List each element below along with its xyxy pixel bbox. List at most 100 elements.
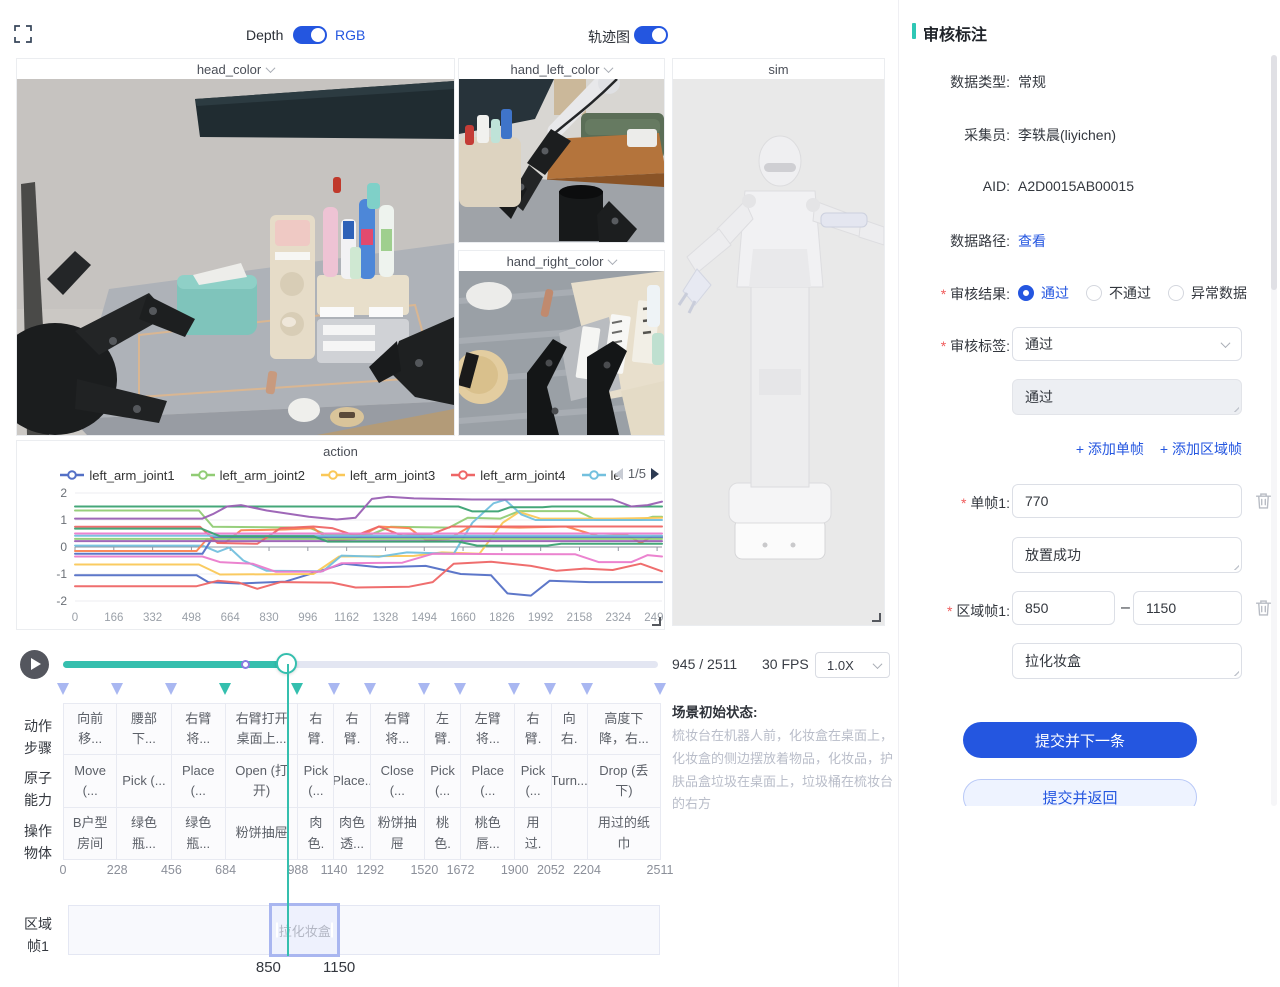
submit-return-button[interactable]: 提交并返回 bbox=[963, 779, 1197, 806]
review-tag-select[interactable]: 通过 bbox=[1012, 327, 1242, 361]
timeline-marker[interactable] bbox=[364, 683, 376, 695]
step-cell[interactable]: 向前移... bbox=[63, 703, 117, 755]
submit-next-button[interactable]: 提交并下一条 bbox=[963, 722, 1197, 758]
review-result-option[interactable]: 通过 bbox=[1018, 283, 1069, 303]
step-cell[interactable]: 用过. bbox=[515, 808, 551, 860]
timeline-marker[interactable] bbox=[654, 683, 666, 695]
legend-item[interactable]: left_arm_joint2 bbox=[191, 468, 305, 483]
svg-text:1660: 1660 bbox=[450, 612, 476, 624]
steps-table-row: B户型房间绿色瓶...绿色瓶...粉饼抽屉肉色.肉色透...粉饼抽屉桃色.桃色唇… bbox=[63, 808, 661, 860]
trajectory-switch[interactable] bbox=[634, 26, 668, 44]
step-cell[interactable]: Place.. bbox=[334, 755, 370, 808]
camera-panel-head: head_color bbox=[16, 58, 455, 436]
step-cell[interactable]: 桃色唇... bbox=[461, 808, 515, 860]
single-frame-label: 单帧1: bbox=[899, 493, 1010, 513]
step-cell[interactable]: 肉色. bbox=[298, 808, 334, 860]
legend-item[interactable]: left_arm_joint1 bbox=[60, 468, 174, 483]
review-tag-note-textarea[interactable]: 通过 bbox=[1012, 379, 1242, 415]
step-cell[interactable]: 高度下降，右... bbox=[588, 703, 661, 755]
step-cell[interactable]: 右臂将... bbox=[371, 703, 425, 755]
timeline-marker[interactable] bbox=[454, 683, 466, 695]
region-end-value: 1150 bbox=[1146, 600, 1176, 616]
region-segment[interactable]: 拉化妆盒 bbox=[269, 903, 340, 957]
timeline-marker[interactable] bbox=[544, 683, 556, 695]
step-cell[interactable]: 桃色. bbox=[425, 808, 461, 860]
svg-text:2: 2 bbox=[60, 488, 67, 500]
region-start-input[interactable]: 850 bbox=[1012, 591, 1115, 625]
step-cell[interactable]: Pick (... bbox=[117, 755, 171, 808]
step-cell[interactable]: 右臂. bbox=[334, 703, 370, 755]
timeline-marker[interactable] bbox=[291, 683, 303, 695]
fullscreen-icon[interactable] bbox=[13, 24, 33, 44]
resize-handle-icon[interactable] bbox=[872, 613, 881, 622]
timeline-marker[interactable] bbox=[165, 683, 177, 695]
step-cell[interactable]: 腰部下... bbox=[117, 703, 171, 755]
add-region-frame-link[interactable]: + 添加区域帧 bbox=[1160, 439, 1242, 459]
legend-item[interactable]: left_arm_joint3 bbox=[321, 468, 435, 483]
step-cell[interactable]: 用过的纸巾 bbox=[588, 808, 661, 860]
single-frame-input[interactable]: 770 bbox=[1012, 484, 1242, 518]
legend-next-icon[interactable] bbox=[651, 468, 659, 480]
step-cell[interactable]: Place (... bbox=[461, 755, 515, 808]
scrollbar-thumb[interactable] bbox=[1271, 55, 1277, 290]
step-cell[interactable]: Close (... bbox=[371, 755, 425, 808]
single-frame-note-textarea[interactable]: 放置成功 bbox=[1012, 537, 1242, 573]
chevron-down-icon[interactable] bbox=[608, 255, 618, 265]
step-cell[interactable]: 粉饼抽屉 bbox=[371, 808, 425, 860]
step-cell[interactable]: 右臂将... bbox=[172, 703, 226, 755]
step-cell[interactable]: Move (... bbox=[63, 755, 117, 808]
step-cell[interactable]: 右臂. bbox=[515, 703, 551, 755]
segment-right-grip[interactable] bbox=[331, 923, 333, 938]
add-single-frame-link[interactable]: + 添加单帧 bbox=[1076, 439, 1144, 459]
step-cell[interactable]: B户型房间 bbox=[63, 808, 117, 860]
legend-prev-icon[interactable] bbox=[615, 468, 623, 480]
step-cell[interactable]: Pick (... bbox=[515, 755, 551, 808]
timeline-marker[interactable] bbox=[418, 683, 430, 695]
step-cell[interactable]: 右臂. bbox=[298, 703, 334, 755]
region-frame-note-textarea[interactable]: 拉化妆盒 bbox=[1012, 643, 1242, 679]
step-cell[interactable]: Pick (... bbox=[298, 755, 334, 808]
step-cell[interactable]: Pick (... bbox=[425, 755, 461, 808]
delete-region-frame-icon[interactable] bbox=[1255, 599, 1272, 617]
data-path-view-link[interactable]: 查看 bbox=[1018, 231, 1046, 251]
single-frame-marker-dot[interactable] bbox=[241, 660, 250, 669]
legend-label: left_arm_joint4 bbox=[480, 468, 565, 483]
step-cell[interactable]: 肉色透... bbox=[334, 808, 370, 860]
step-cell[interactable]: Drop (丢下) bbox=[588, 755, 661, 808]
resize-handle-icon[interactable] bbox=[652, 617, 661, 626]
step-cell[interactable]: Place (... bbox=[172, 755, 226, 808]
chevron-down-icon[interactable] bbox=[266, 63, 276, 73]
region-end-input[interactable]: 1150 bbox=[1133, 591, 1242, 625]
speed-select[interactable]: 1.0X bbox=[815, 652, 890, 678]
step-cell[interactable]: 左臂将... bbox=[461, 703, 515, 755]
timeline-marker[interactable] bbox=[328, 683, 340, 695]
timeline-marker[interactable] bbox=[57, 683, 69, 695]
timeline-axis-label: 0 bbox=[60, 863, 67, 877]
svg-text:0: 0 bbox=[60, 540, 67, 554]
legend-label: left_arm_joint2 bbox=[220, 468, 305, 483]
depth-rgb-switch[interactable] bbox=[293, 26, 327, 44]
step-cell[interactable]: Turn... bbox=[552, 755, 588, 808]
step-cell[interactable]: 左臂. bbox=[425, 703, 461, 755]
timeline-marker[interactable] bbox=[581, 683, 593, 695]
radio-icon bbox=[1018, 285, 1034, 301]
progress-track[interactable] bbox=[63, 661, 658, 668]
row-label-action-steps: 动作步骤 bbox=[17, 715, 59, 760]
camera-header-hand-right: hand_right_color bbox=[459, 251, 664, 271]
step-cell[interactable]: 向右. bbox=[552, 703, 588, 755]
step-cell[interactable] bbox=[552, 808, 588, 860]
panel-scrollbar[interactable] bbox=[1271, 55, 1277, 806]
play-button[interactable] bbox=[20, 650, 49, 679]
timeline-marker[interactable] bbox=[508, 683, 520, 695]
timeline-marker[interactable] bbox=[219, 683, 231, 695]
review-result-option[interactable]: 不通过 bbox=[1086, 283, 1151, 303]
step-cell[interactable]: 绿色瓶... bbox=[117, 808, 171, 860]
review-result-option[interactable]: 异常数据 bbox=[1168, 283, 1247, 303]
chevron-down-icon[interactable] bbox=[604, 63, 614, 73]
segment-left-grip[interactable] bbox=[276, 923, 278, 938]
timeline-marker[interactable] bbox=[111, 683, 123, 695]
legend-item[interactable]: left_arm_joint4 bbox=[451, 468, 565, 483]
delete-single-frame-icon[interactable] bbox=[1255, 492, 1272, 510]
region-track-bar[interactable]: 拉化妆盒 bbox=[68, 905, 660, 955]
step-cell[interactable]: 绿色瓶... bbox=[172, 808, 226, 860]
